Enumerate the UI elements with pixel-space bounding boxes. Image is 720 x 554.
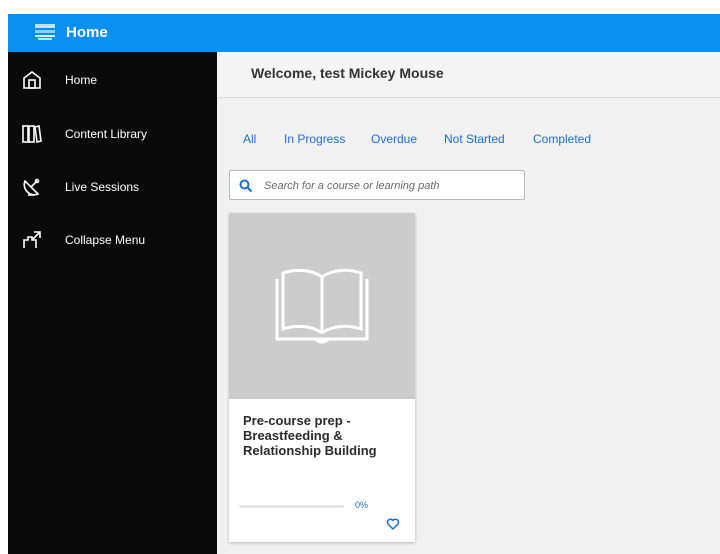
- sidebar-item-label: Live Sessions: [65, 180, 140, 194]
- tab-in-progress[interactable]: In Progress: [284, 132, 345, 146]
- sidebar-item-home[interactable]: Home: [8, 60, 217, 100]
- tab-all[interactable]: All: [243, 132, 256, 146]
- course-card[interactable]: Pre-course prep - Breastfeeding & Relati…: [229, 213, 415, 542]
- search-input[interactable]: [262, 175, 521, 197]
- sidebar-item-label: Content Library: [65, 127, 148, 141]
- favorite-heart-icon[interactable]: [386, 517, 400, 531]
- welcome-bar: Welcome, test Mickey Mouse: [217, 52, 720, 98]
- progress-percent: 0%: [355, 500, 369, 510]
- sidebar: Home Content Library Live Sessions Colla…: [8, 52, 217, 554]
- course-title: Pre-course prep - Breastfeeding & Relati…: [243, 413, 377, 458]
- welcome-message: Welcome, test Mickey Mouse: [251, 65, 444, 81]
- search-icon[interactable]: [239, 179, 253, 193]
- collapse-icon: [20, 228, 44, 252]
- tab-completed[interactable]: Completed: [533, 132, 591, 146]
- sidebar-item-content-library[interactable]: Content Library: [8, 114, 217, 154]
- sidebar-item-label: Home: [65, 73, 98, 87]
- sidebar-item-live-sessions[interactable]: Live Sessions: [8, 167, 217, 207]
- tab-overdue[interactable]: Overdue: [371, 132, 417, 146]
- home-icon: [20, 68, 44, 92]
- app-logo-icon[interactable]: [32, 21, 58, 43]
- sidebar-item-collapse-menu[interactable]: Collapse Menu: [8, 220, 217, 260]
- tab-not-started[interactable]: Not Started: [444, 132, 505, 146]
- library-icon: [20, 122, 44, 146]
- page-title: Home: [66, 24, 108, 41]
- header-bar: Home: [8, 14, 720, 52]
- book-icon: [275, 268, 369, 344]
- progress-bar: [239, 505, 344, 508]
- satellite-dish-icon: [20, 175, 44, 199]
- course-thumbnail: [229, 213, 415, 399]
- app-frame: Home Home Content Library Live Sessions …: [0, 0, 720, 554]
- main-content: Welcome, test Mickey Mouse All In Progre…: [217, 52, 720, 554]
- sidebar-item-label: Collapse Menu: [65, 233, 146, 247]
- search-box: [229, 170, 525, 200]
